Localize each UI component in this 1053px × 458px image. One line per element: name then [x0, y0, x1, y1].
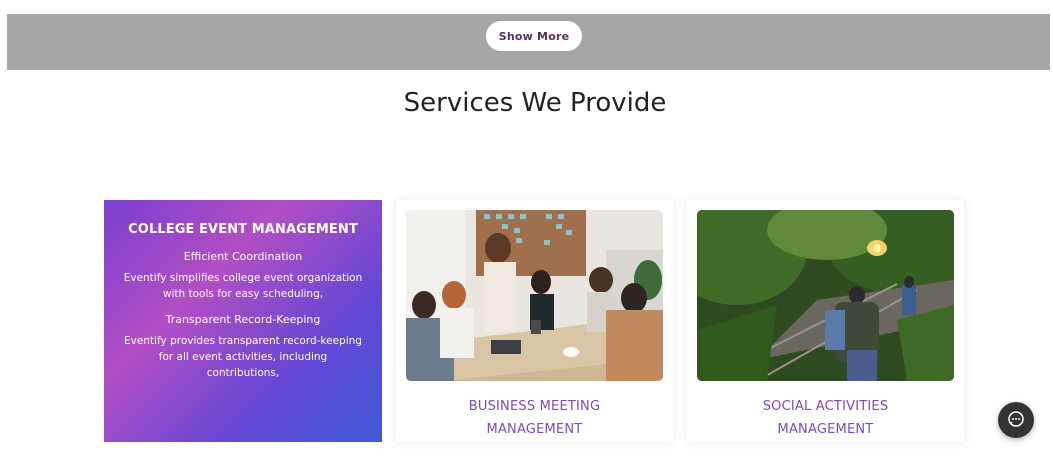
card-heading: COLLEGE EVENT MANAGEMENT	[128, 222, 358, 237]
business-meeting-photo	[406, 210, 663, 381]
business-meeting-card[interactable]: BUSINESS MEETING MANAGEMENT	[396, 200, 673, 442]
caption-line-2: MANAGEMENT	[486, 422, 583, 437]
page: Show More Services We Provide COLLEGE EV…	[0, 0, 1053, 458]
section-title: Services We Provide	[403, 88, 667, 118]
item-text-coordination: Eventify simplifies college event organi…	[123, 272, 363, 300]
show-more-button[interactable]: Show More	[486, 21, 582, 51]
college-event-card[interactable]: COLLEGE EVENT MANAGEMENT Efficient Coord…	[104, 200, 382, 442]
item-text-record-keeping: Eventify provides transparent record-kee…	[124, 335, 362, 379]
item-title-record-keeping: Transparent Record-Keeping	[165, 313, 321, 326]
item-title-coordination: Efficient Coordination	[183, 250, 303, 263]
social-activities-card[interactable]: SOCIAL ACTIVITIES MANAGEMENT	[687, 200, 964, 442]
caption-line-1: BUSINESS MEETING	[468, 399, 601, 414]
caption-line-2: MANAGEMENT	[777, 422, 874, 437]
railway-hikers-photo	[697, 210, 954, 381]
chat-bubble-icon	[1007, 410, 1025, 431]
social-activities-caption: SOCIAL ACTIVITIES MANAGEMENT	[697, 395, 954, 441]
caption-line-1: SOCIAL ACTIVITIES	[762, 399, 889, 414]
business-meeting-caption: BUSINESS MEETING MANAGEMENT	[406, 395, 663, 441]
chat-button[interactable]	[998, 402, 1034, 438]
